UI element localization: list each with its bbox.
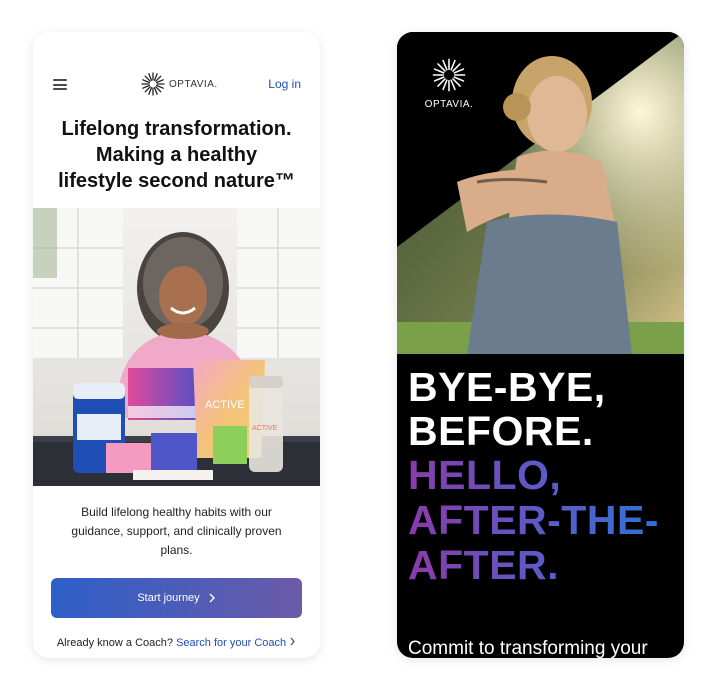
coach-prompt-text: Already know a Coach? <box>56 637 173 649</box>
headline-line: HELLO, <box>408 452 562 498</box>
cta-label: Start journey <box>137 592 200 604</box>
headline-hello-after: HELLO, AFTER-THE- AFTER. <box>408 453 659 588</box>
campaign-ad-screen: OPTAVIA. BYE-BYE, BEFORE. HELLO, AFTER-T… <box>397 32 684 658</box>
brand-wordmark: OPTAVIA. <box>424 99 474 110</box>
hamburger-icon[interactable] <box>53 79 67 90</box>
sunburst-logo-icon <box>141 72 165 96</box>
chevron-right-icon <box>209 593 215 603</box>
headline-line: Making a healthy <box>95 144 258 166</box>
headline-line: Lifelong transformation. <box>61 118 292 140</box>
headline-line: lifestyle second nature™ <box>58 170 295 192</box>
brand-wordmark: OPTAVIA. <box>169 78 218 90</box>
hero-headline: Lifelong transformation. Making a health… <box>43 116 310 194</box>
headline-bye-bye-before: BYE-BYE, BEFORE. <box>408 365 606 453</box>
hero-image-woman-stretching: OPTAVIA. <box>397 32 684 354</box>
product-label: ACTIVE <box>205 399 245 411</box>
search-coach-link[interactable]: Search for your Coach <box>176 637 286 649</box>
coach-search-row: Already know a Coach? Search for your Co… <box>33 637 320 649</box>
sunburst-logo-icon <box>432 58 466 92</box>
chevron-right-icon[interactable] <box>289 637 296 646</box>
start-journey-button[interactable]: Start journey <box>51 578 302 618</box>
value-proposition-text: Build lifelong healthy habits with our g… <box>71 505 282 557</box>
headline-line: BEFORE. <box>408 408 594 454</box>
login-link[interactable]: Log in <box>268 77 301 91</box>
optavia-logo[interactable]: OPTAVIA. <box>141 72 218 96</box>
commit-text: Commit to transforming your <box>408 638 648 658</box>
headline-line: BYE-BYE, <box>408 364 606 410</box>
mobile-homepage-screen: OPTAVIA. Log in Lifelong transformation.… <box>33 32 320 658</box>
hero-image-woman-with-products: ACTIVE ACTIVE <box>33 208 320 486</box>
hero-photo-illustration: ACTIVE ACTIVE <box>33 208 320 486</box>
headline-line: AFTER. <box>408 542 560 588</box>
optavia-logo[interactable]: OPTAVIA. <box>419 58 479 110</box>
headline-line: AFTER-THE- <box>408 497 659 543</box>
product-label: ACTIVE <box>252 425 278 432</box>
